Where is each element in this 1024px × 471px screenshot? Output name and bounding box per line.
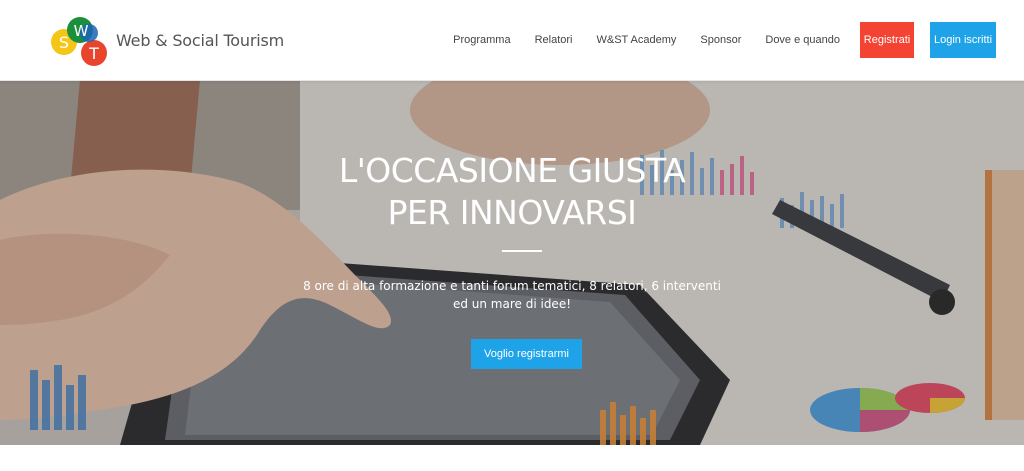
- hero-divider: [502, 250, 542, 252]
- bottom-strip: [0, 445, 1024, 471]
- nav-sponsor[interactable]: Sponsor: [700, 34, 741, 46]
- site-header: S W T Web & Social Tourism Programma Rel…: [0, 0, 1024, 81]
- hero-subtitle-line-2: ed un mare di idee!: [452, 297, 572, 311]
- hero-subtitle-line-1: 8 ore di alta formazione e tanti forum t…: [303, 279, 721, 293]
- hero-subtitle: 8 ore di alta formazione e tanti forum t…: [0, 277, 1024, 313]
- nav-relatori[interactable]: Relatori: [535, 34, 573, 46]
- brand-name[interactable]: Web & Social Tourism: [116, 31, 284, 50]
- nav-wst-academy[interactable]: W&ST Academy: [597, 34, 677, 46]
- login-button[interactable]: Login iscritti: [930, 22, 996, 58]
- hero-title-line-2: PER INNOVARSI: [387, 193, 637, 232]
- main-nav: Programma Relatori W&ST Academy Sponsor …: [453, 22, 996, 58]
- logo-letter-w: W: [74, 22, 89, 40]
- hero-title: L'OCCASIONE GIUSTA PER INNOVARSI: [0, 150, 1024, 234]
- nav-programma[interactable]: Programma: [453, 34, 510, 46]
- register-button[interactable]: Registrati: [860, 22, 914, 58]
- logo-icon[interactable]: S W T: [50, 16, 112, 66]
- nav-dove-e-quando[interactable]: Dove e quando: [765, 34, 840, 46]
- logo-letter-t: T: [88, 44, 99, 63]
- hero-banner: L'OCCASIONE GIUSTA PER INNOVARSI 8 ore d…: [0, 80, 1024, 445]
- hero-title-line-1: L'OCCASIONE GIUSTA: [338, 151, 686, 190]
- page: S W T Web & Social Tourism Programma Rel…: [0, 0, 1024, 471]
- hero-overlay: [0, 80, 1024, 445]
- logo-letter-s: S: [59, 33, 69, 52]
- hero-register-button[interactable]: Voglio registrarmi: [471, 339, 582, 369]
